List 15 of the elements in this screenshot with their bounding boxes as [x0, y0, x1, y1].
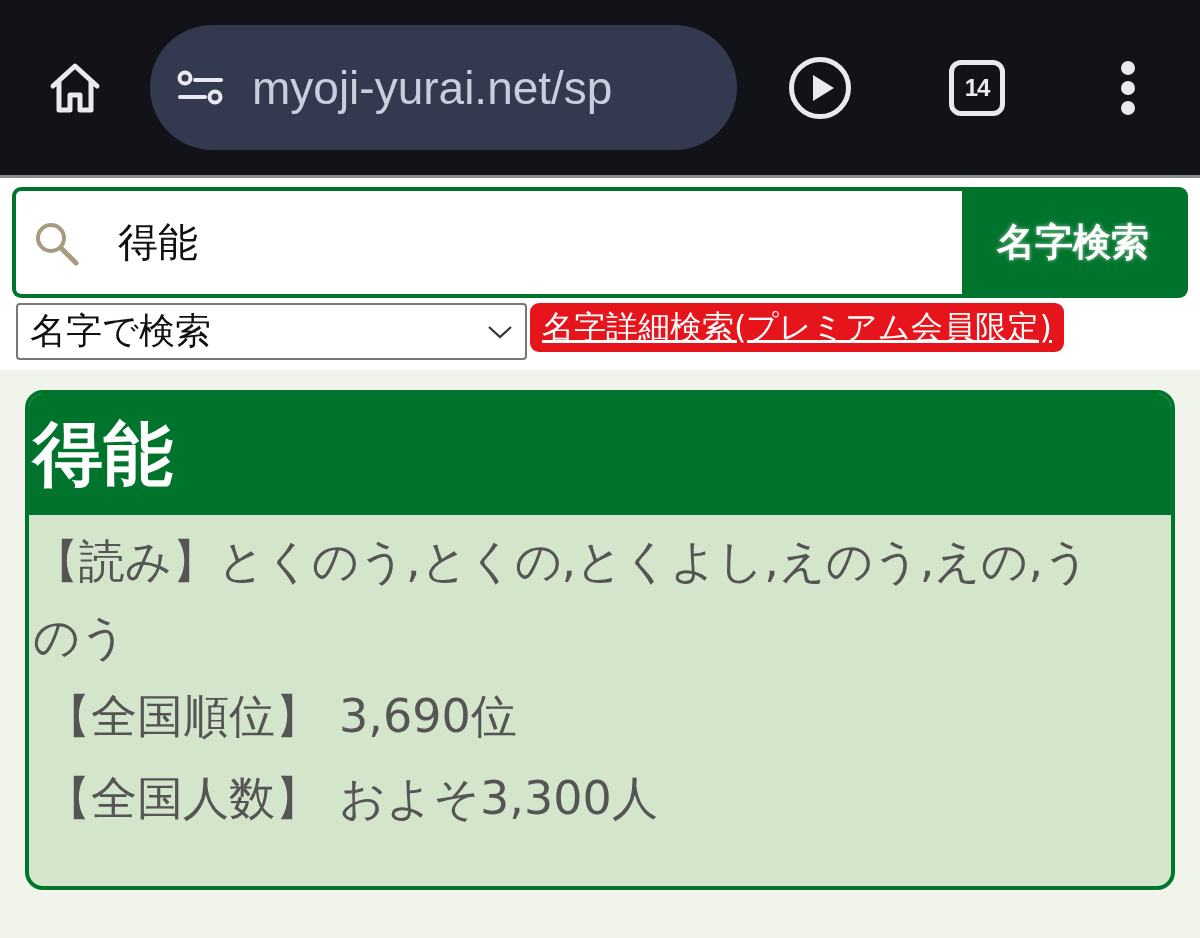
search-mode-select[interactable]: 名字で検索 — [16, 303, 527, 360]
play-icon[interactable] — [788, 55, 852, 120]
site-settings-icon[interactable] — [177, 68, 223, 107]
fact-label: 【全国順位】 — [45, 688, 321, 745]
chevron-down-icon — [487, 324, 513, 339]
fact-value: およそ3,300人 — [339, 770, 658, 827]
fact-label: 【全国人数】 — [45, 770, 321, 827]
more-menu-icon[interactable] — [1120, 59, 1136, 116]
fact-value: 3,690位 — [339, 688, 517, 745]
surname-title: 得能 — [33, 411, 173, 497]
home-icon[interactable] — [49, 61, 101, 114]
reading-text: 【読み】とくのう,とくの,とくよし,えのう,えの,うのう — [33, 533, 1092, 666]
tab-switcher-button[interactable]: 14 — [949, 59, 1005, 116]
url-text: myoji-yurai.net/sp — [252, 60, 613, 115]
address-bar[interactable]: myoji-yurai.net/sp — [150, 25, 737, 150]
